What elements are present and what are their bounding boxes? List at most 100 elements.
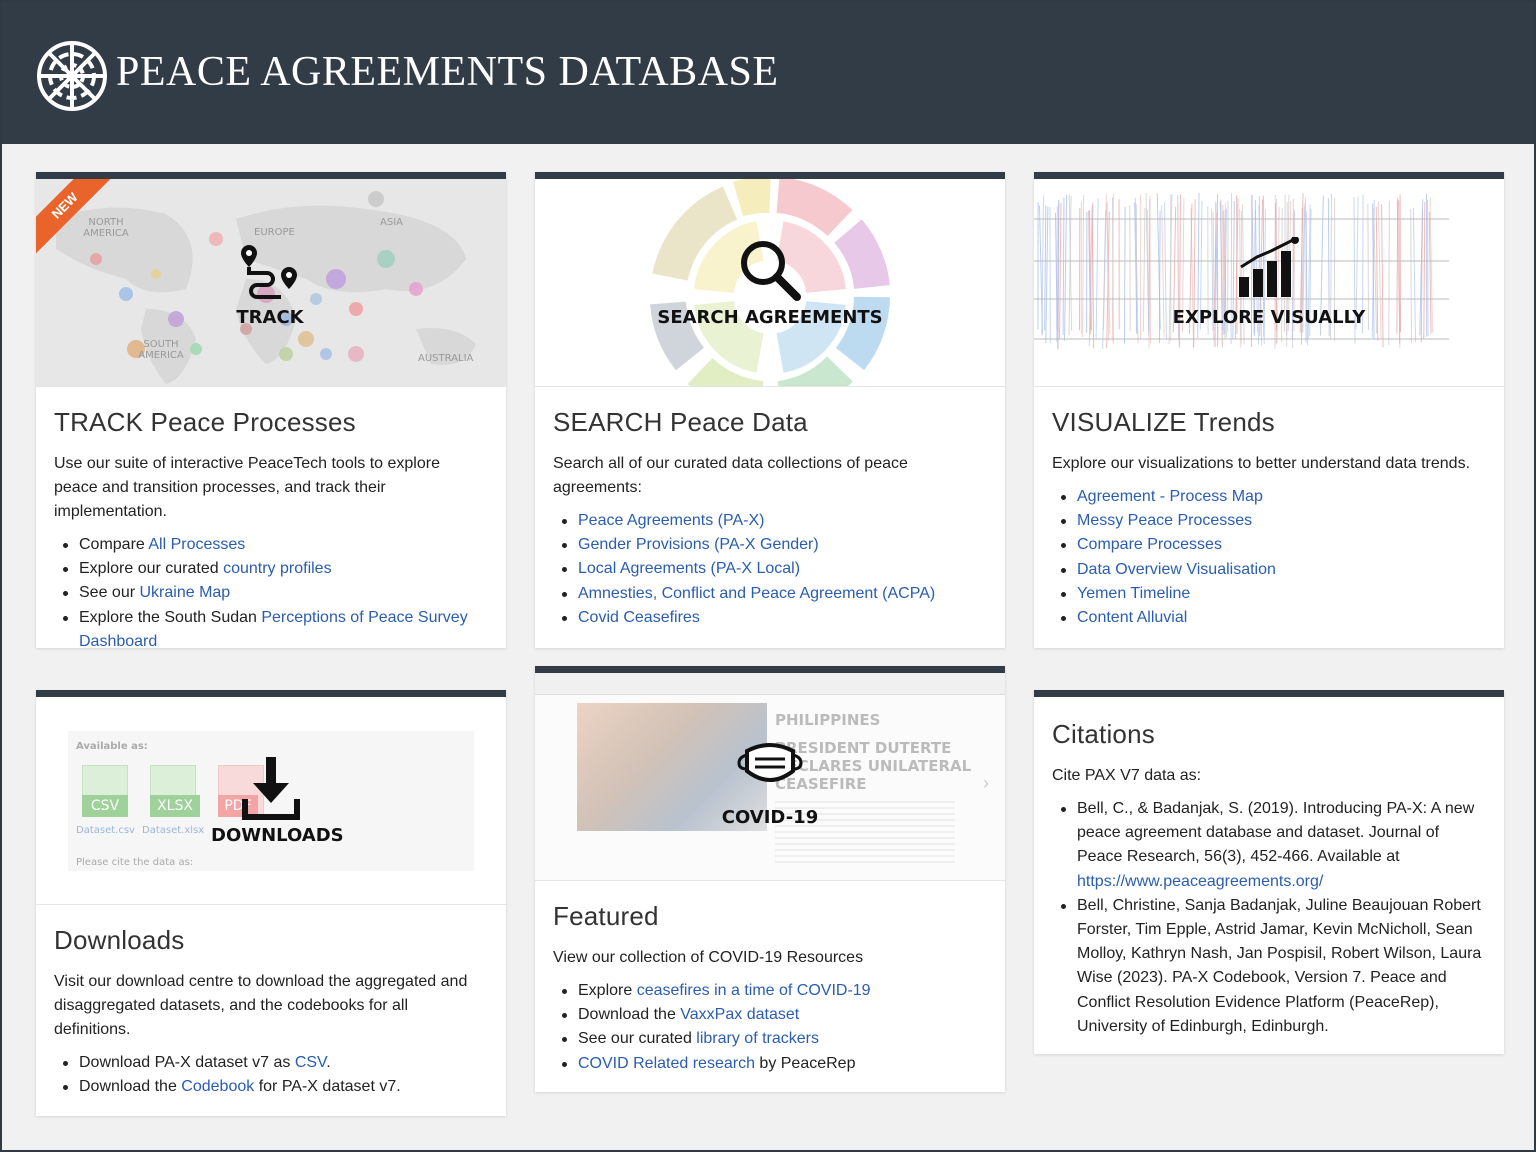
compare-processes-link[interactable]: Compare Processes [1077, 536, 1222, 553]
citation-item: Bell, C., & Badanjak, S. (2019). Introdu… [1052, 797, 1486, 894]
search-card: SEARCH AGREEMENTS SEARCH Peace Data Sear… [535, 172, 1005, 648]
next-arrow-icon[interactable]: › [983, 773, 989, 794]
timeline-line [1398, 200, 1401, 344]
list-item: Messy Peace Processes [1052, 509, 1486, 533]
all-processes-link[interactable]: All Processes [148, 536, 245, 553]
list-item: See our Ukraine Map [54, 581, 488, 605]
covid-overlay-label: COVID-19 [721, 807, 819, 828]
acpa-link[interactable]: Amnesties, Conflict and Peace Agreement … [578, 585, 935, 602]
downloads-card-desc: Visit our download centre to download th… [54, 973, 468, 1038]
agreement-process-map-link[interactable]: Agreement - Process Map [1077, 488, 1263, 505]
search-link-list: Peace Agreements (PA-X) Gender Provision… [553, 509, 987, 630]
codebook-link[interactable]: Codebook [181, 1078, 254, 1095]
csv-format-label: CSV [82, 795, 128, 817]
map-label-europe: EUROPE [254, 227, 295, 238]
list-item: Agreement - Process Map [1052, 485, 1486, 509]
list-item: Data Overview Visualisation [1052, 558, 1486, 582]
downloads-link-list: Download PA-X dataset v7 as CSV. Downloa… [54, 1051, 488, 1099]
list-item-text: Explore our curated [79, 560, 224, 578]
covid-ceasefires-link[interactable]: Covid Ceasefires [578, 609, 700, 626]
pa-x-gender-link[interactable]: Gender Provisions (PA-X Gender) [578, 536, 819, 553]
covid-research-link[interactable]: COVID Related research [578, 1055, 755, 1072]
timeline-line [1388, 200, 1390, 345]
news-headline: PRESIDENT DUTERTE DECLARES UNILATERAL CE… [775, 739, 972, 793]
list-item: Download the VaxxPax dataset [553, 1003, 987, 1027]
country-profiles-link[interactable]: country profiles [223, 560, 332, 577]
timeline-line [1059, 202, 1062, 340]
list-item-text: Compare [79, 536, 149, 553]
list-item: Compare All Processes [54, 533, 488, 557]
track-card-desc: Use our suite of interactive PeaceTech t… [54, 455, 440, 520]
citation-text: Bell, Christine, Sanja Badanjak, Juline … [1077, 896, 1482, 1035]
timeline-line [1149, 195, 1151, 344]
list-item: Compare Processes [1052, 533, 1486, 557]
downloads-card: Available as: CSV XLSX PDF Dataset.csv D… [36, 690, 506, 1116]
list-item: Peace Agreements (PA-X) [553, 509, 987, 533]
track-card-title: TRACK Peace Processes [54, 407, 356, 437]
cite-data-text: Please cite the data as: [76, 857, 194, 868]
yemen-timeline-link[interactable]: Yemen Timeline [1077, 585, 1190, 602]
citation-text: Bell, C., & Badanjak, S. (2019). Introdu… [1077, 800, 1475, 866]
face-mask-icon [737, 743, 803, 782]
citation-item: Bell, Christine, Sanja Badanjak, Juline … [1052, 894, 1486, 1039]
covid-ceasefires-explore-link[interactable]: ceasefires in a time of COVID-19 [637, 982, 871, 999]
timeline-line [1412, 207, 1417, 342]
list-item: Explore the South Sudan Perceptions of P… [54, 606, 488, 654]
track-card: NORTH AMERICA EUROPE ASIA SOUTH AMERICA … [36, 172, 506, 650]
downloads-image[interactable]: Available as: CSV XLSX PDF Dataset.csv D… [36, 697, 506, 905]
visualize-card-title: VISUALIZE Trends [1052, 407, 1275, 437]
featured-link-list: Explore ceasefires in a time of COVID-19… [553, 979, 987, 1076]
download-icon [242, 757, 300, 820]
list-item: Content Alluvial [1052, 606, 1486, 630]
timeline-line [1091, 204, 1095, 349]
pa-x-link[interactable]: Peace Agreements (PA-X) [578, 512, 764, 529]
list-item-text: Explore [578, 982, 637, 999]
list-item-text: Download the [79, 1078, 182, 1096]
search-image[interactable]: SEARCH AGREEMENTS [535, 179, 1005, 387]
covid-image[interactable]: PHILIPPINES PRESIDENT DUTERTE DECLARES U… [535, 673, 1005, 881]
library-trackers-link[interactable]: library of trackers [696, 1030, 819, 1047]
peaceagreements-url-link[interactable]: https://www.peaceagreements.org/ [1077, 873, 1323, 890]
content-alluvial-link[interactable]: Content Alluvial [1077, 609, 1187, 626]
visualize-card-desc: Explore our visualizations to better und… [1052, 455, 1471, 472]
track-map-image[interactable]: NORTH AMERICA EUROPE ASIA SOUTH AMERICA … [36, 179, 506, 387]
site-title[interactable]: PEACE AGREEMENTS DATABASE [116, 48, 779, 96]
timeline-line [1124, 206, 1126, 344]
data-overview-link[interactable]: Data Overview Visualisation [1077, 561, 1276, 578]
list-item: Explore our curated country profiles [54, 557, 488, 581]
track-overlay-label: TRACK [236, 307, 304, 328]
search-overlay-label: SEARCH AGREEMENTS [657, 307, 883, 328]
timeline-line [1381, 204, 1384, 348]
timeline-line [1423, 201, 1426, 339]
timeline-line [1095, 198, 1099, 339]
ukraine-map-link[interactable]: Ukraine Map [139, 584, 230, 601]
timeline-line [1142, 207, 1146, 332]
xlsx-format-label: XLSX [150, 795, 200, 817]
site-header: PEACE AGREEMENTS DATABASE [2, 2, 1534, 144]
citations-card: Citations Cite PAX V7 data as: Bell, C.,… [1034, 690, 1504, 1054]
visualize-image[interactable]: EXPLORE VISUALLY [1034, 179, 1504, 387]
list-item: Local Agreements (PA-X Local) [553, 557, 987, 581]
citations-card-desc: Cite PAX V7 data as: [1052, 767, 1202, 784]
route-icon [241, 245, 297, 299]
list-item: See our curated library of trackers [553, 1027, 987, 1051]
featured-card-title: Featured [553, 901, 659, 931]
timeline-line [1064, 194, 1068, 341]
featured-card-desc: View our collection of COVID-19 Resource… [553, 949, 864, 966]
citations-list: Bell, C., & Badanjak, S. (2019). Introdu… [1052, 797, 1486, 1039]
pax-wheel-logo[interactable] [36, 40, 108, 112]
search-icon [741, 241, 801, 301]
list-item: Download the Codebook for PA-X dataset v… [54, 1075, 488, 1099]
filter-bar [535, 673, 1005, 695]
downloads-card-title: Downloads [54, 925, 185, 955]
timeline-line [1044, 205, 1047, 331]
csv-download-link[interactable]: CSV [295, 1054, 326, 1071]
timeline-line [1102, 209, 1107, 349]
visualize-link-list: Agreement - Process Map Messy Peace Proc… [1052, 485, 1486, 630]
messy-peace-processes-link[interactable]: Messy Peace Processes [1077, 512, 1252, 529]
vaxxpax-link[interactable]: VaxxPax dataset [680, 1006, 799, 1023]
timeline-line [1426, 199, 1429, 336]
list-item-text: See our [79, 584, 140, 602]
pa-x-local-link[interactable]: Local Agreements (PA-X Local) [578, 560, 800, 577]
list-item: Download PA-X dataset v7 as CSV. [54, 1051, 488, 1075]
